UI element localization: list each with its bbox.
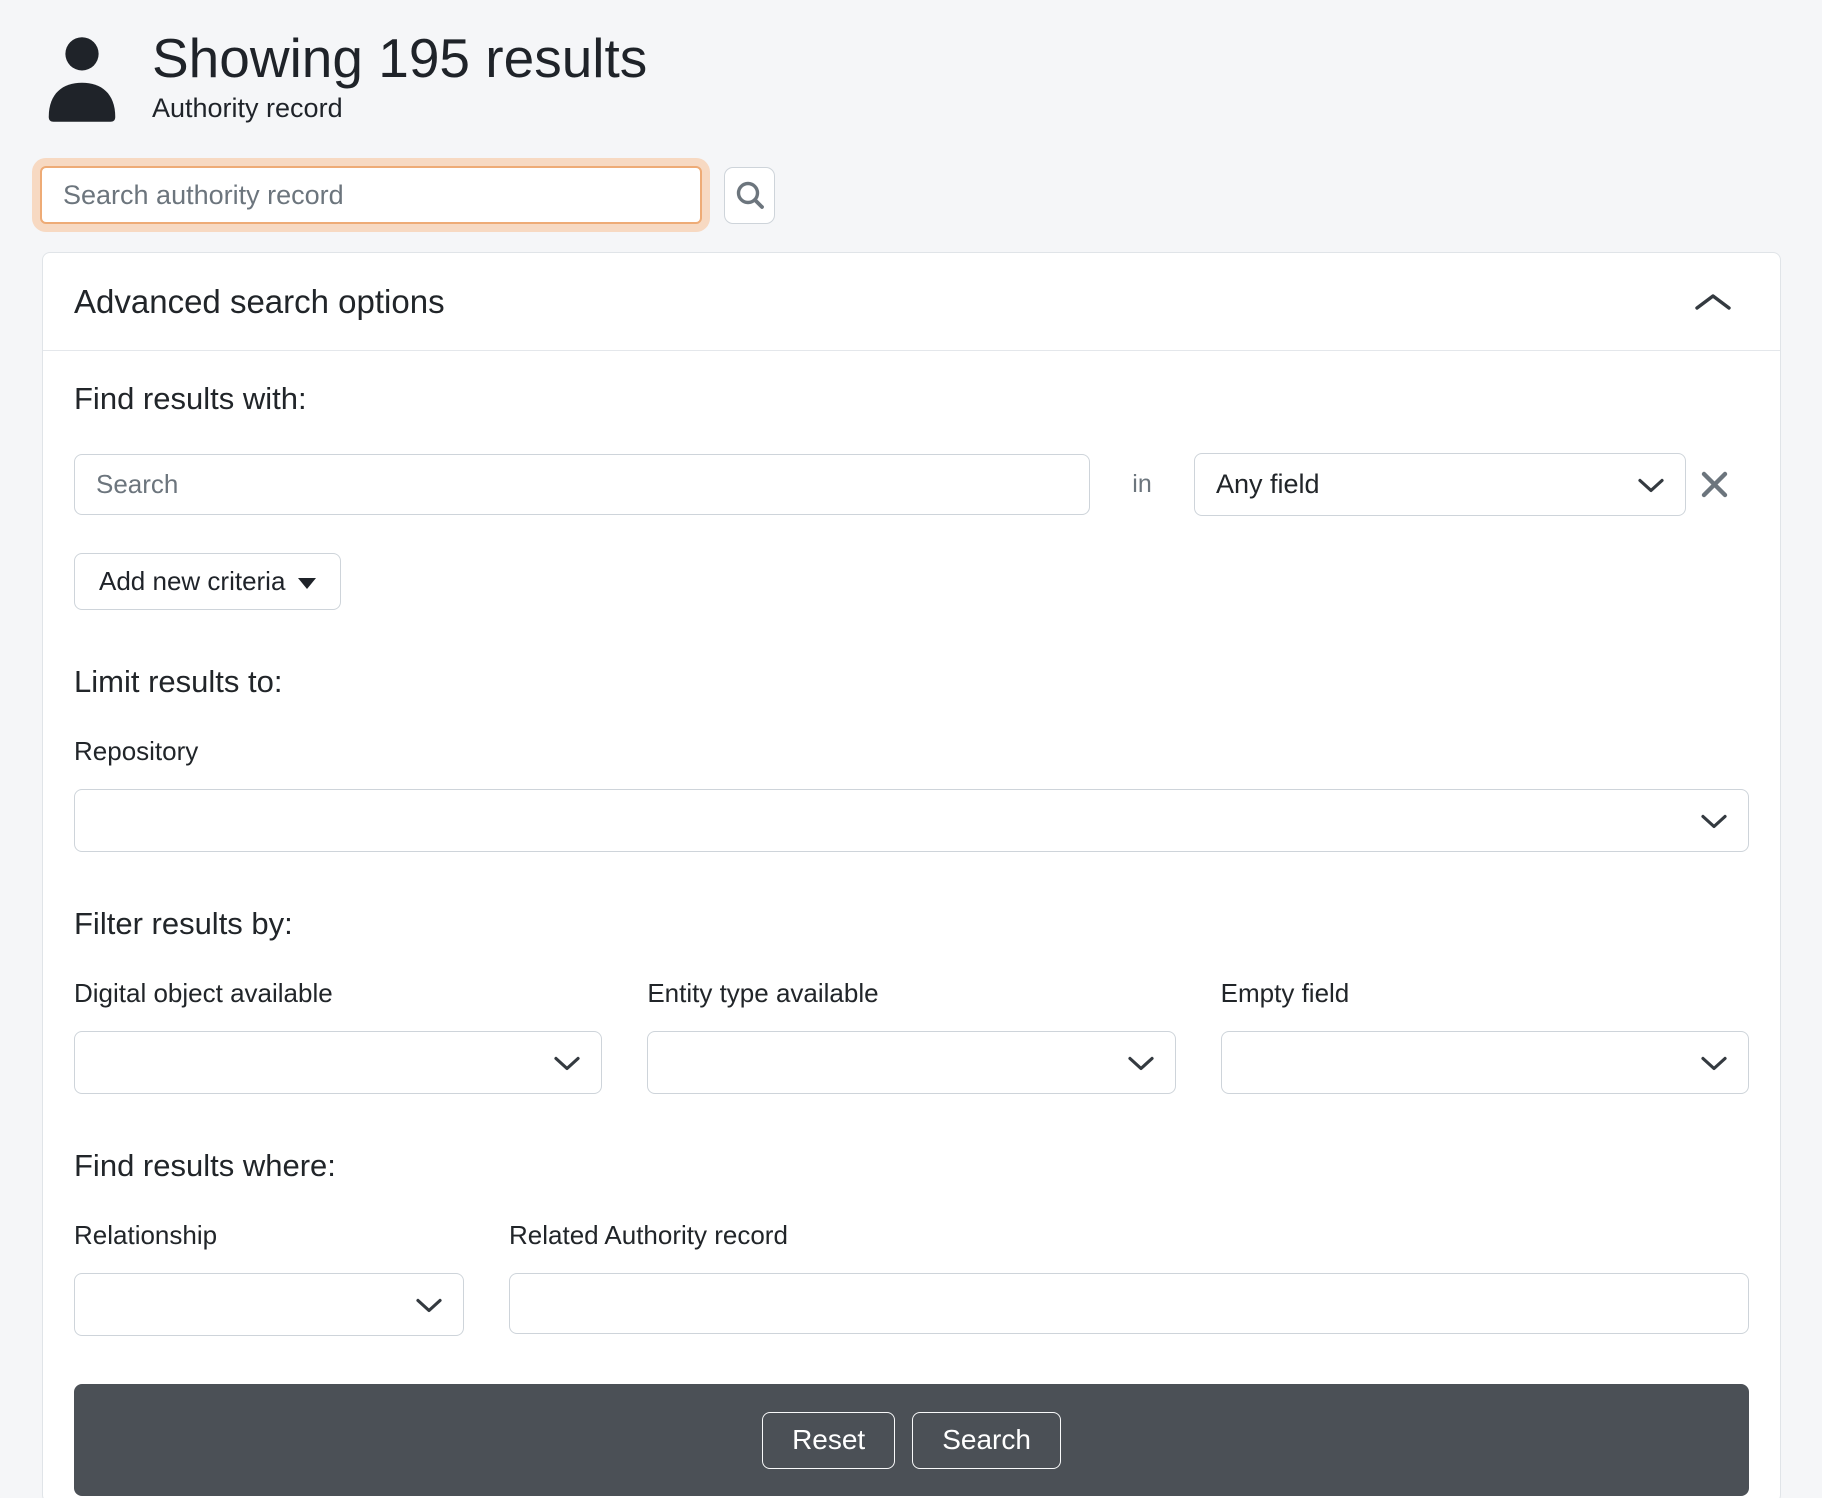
chevron-down-icon bbox=[1701, 814, 1727, 829]
remove-criteria-wrap bbox=[1686, 464, 1749, 505]
chevron-down-icon bbox=[1128, 1056, 1154, 1071]
related-authority-input[interactable] bbox=[509, 1273, 1749, 1334]
panel-header: Advanced search options bbox=[43, 253, 1780, 351]
search-bar bbox=[40, 166, 1822, 224]
repository-label: Repository bbox=[74, 736, 1749, 767]
repository-field: Repository bbox=[74, 736, 1749, 852]
heading-find-results-where: Find results where: bbox=[74, 1148, 1749, 1184]
search-button[interactable] bbox=[724, 167, 775, 224]
chevron-down-icon bbox=[1638, 478, 1664, 493]
relationship-label: Relationship bbox=[74, 1220, 464, 1251]
chevron-down-icon bbox=[554, 1056, 580, 1071]
relationship-select[interactable] bbox=[74, 1273, 464, 1336]
entity-type-field: Entity type available bbox=[647, 978, 1175, 1094]
add-criteria-button[interactable]: Add new criteria bbox=[74, 553, 341, 610]
criteria-row: in Any field bbox=[74, 453, 1749, 516]
criteria-field-select[interactable]: Any field bbox=[1194, 453, 1686, 516]
heading-find-results-with: Find results with: bbox=[74, 381, 1749, 417]
header-text: Showing 195 results Authority record bbox=[152, 28, 647, 124]
empty-field-label: Empty field bbox=[1221, 978, 1749, 1009]
panel-title: Advanced search options bbox=[74, 283, 445, 321]
related-authority-label: Related Authority record bbox=[509, 1220, 1749, 1251]
header: Showing 195 results Authority record bbox=[0, 0, 1822, 126]
criteria-search-input[interactable] bbox=[74, 454, 1090, 515]
heading-filter-results-by: Filter results by: bbox=[74, 906, 1749, 942]
where-row: Relationship Related Authority record bbox=[74, 1220, 1749, 1336]
page-title: Showing 195 results bbox=[152, 28, 647, 89]
digital-object-label: Digital object available bbox=[74, 978, 602, 1009]
digital-object-select[interactable] bbox=[74, 1031, 602, 1094]
filter-grid: Digital object available Entity type ava… bbox=[74, 978, 1749, 1094]
caret-down-icon bbox=[298, 578, 316, 589]
entity-type-label: Entity type available bbox=[647, 978, 1175, 1009]
page-subtitle: Authority record bbox=[152, 93, 647, 124]
chevron-up-icon bbox=[1694, 292, 1732, 312]
repository-select[interactable] bbox=[74, 789, 1749, 852]
advanced-search-panel: Advanced search options Find results wit… bbox=[42, 252, 1781, 1498]
person-icon bbox=[44, 32, 120, 126]
entity-type-select[interactable] bbox=[647, 1031, 1175, 1094]
chevron-down-icon bbox=[416, 1298, 442, 1313]
digital-object-field: Digital object available bbox=[74, 978, 602, 1094]
heading-limit-results-to: Limit results to: bbox=[74, 664, 1749, 700]
empty-field-field: Empty field bbox=[1221, 978, 1749, 1094]
empty-field-select[interactable] bbox=[1221, 1031, 1749, 1094]
magnifier-icon bbox=[735, 180, 765, 210]
panel-body: Find results with: in Any field bbox=[43, 351, 1780, 1498]
chevron-down-icon bbox=[1701, 1056, 1727, 1071]
add-criteria-label: Add new criteria bbox=[99, 566, 285, 597]
x-icon bbox=[1698, 468, 1731, 501]
criteria-connector: in bbox=[1090, 470, 1194, 499]
form-actions-bar: Reset Search bbox=[74, 1384, 1749, 1496]
related-authority-field: Related Authority record bbox=[509, 1220, 1749, 1336]
remove-criteria-button[interactable] bbox=[1694, 464, 1735, 505]
criteria-field-select-value: Any field bbox=[1195, 454, 1685, 515]
page: Showing 195 results Authority record Adv… bbox=[0, 0, 1822, 1498]
search-input[interactable] bbox=[40, 166, 702, 224]
collapse-panel-button[interactable] bbox=[1690, 288, 1736, 316]
relationship-field: Relationship bbox=[74, 1220, 464, 1336]
reset-button[interactable]: Reset bbox=[762, 1412, 895, 1469]
search-submit-button[interactable]: Search bbox=[912, 1412, 1061, 1469]
